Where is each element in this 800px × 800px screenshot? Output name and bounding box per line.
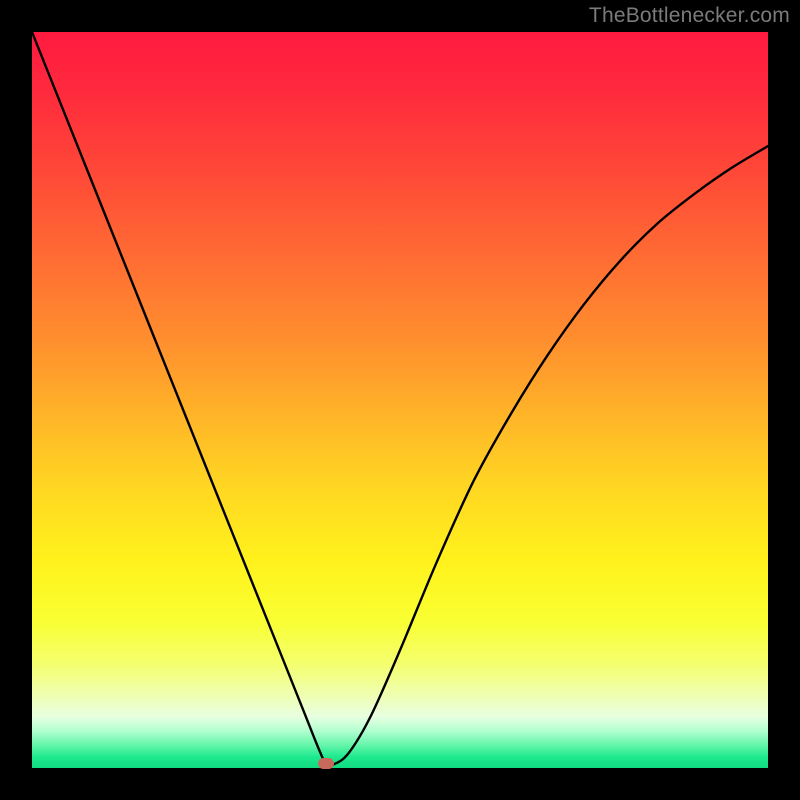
bottleneck-curve [32, 32, 768, 768]
chart-frame: TheBottlenecker.com [0, 0, 800, 800]
watermark-text: TheBottlenecker.com [589, 4, 790, 28]
plot-area [32, 32, 768, 768]
current-config-marker [318, 758, 334, 769]
